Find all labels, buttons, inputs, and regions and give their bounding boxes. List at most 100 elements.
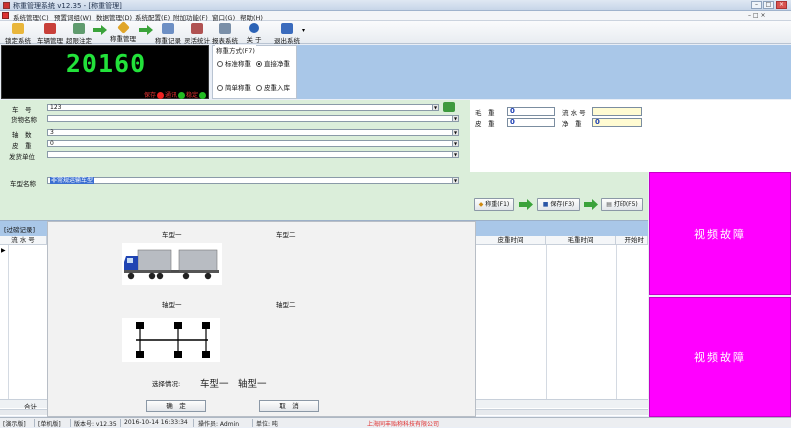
axle-type-1-image[interactable] <box>122 318 220 362</box>
maximize-button[interactable]: □ <box>763 1 774 9</box>
grid-icon <box>73 23 85 34</box>
tare-weight-field: 0 <box>507 118 555 127</box>
close-button[interactable]: × <box>776 1 787 9</box>
overlimit-button[interactable]: 超限注定 <box>66 21 92 45</box>
vehicle-type-value: 非常规运输车型 <box>50 177 95 184</box>
tare-input[interactable]: 0 ▼ <box>47 140 459 147</box>
about-button[interactable]: 关 于 <box>243 21 265 44</box>
scale-weight-value: 20160 <box>65 49 147 78</box>
selection-value: 车型一 轴型一 <box>200 379 267 390</box>
vehicle-management-button[interactable]: 车辆管理 <box>35 21 65 45</box>
arrow-right-icon <box>93 25 107 35</box>
chevron-down-icon[interactable]: ▼ <box>452 130 458 135</box>
comm-indicator-light <box>178 92 186 99</box>
vehicle-type-input[interactable]: 非常规运输车型 ▼ <box>47 177 459 184</box>
mdi-window-controls[interactable]: – □ × <box>748 12 766 19</box>
toolbar-overflow-icon[interactable]: ▾ <box>302 27 305 34</box>
mode-standard-radio[interactable]: 标准称重 <box>217 58 251 68</box>
window-title: 称重管理系统 v12.35 - [称重管理] <box>13 2 122 10</box>
mode-simple-label: 简单称重 <box>225 84 251 92</box>
col-gross-time[interactable]: 毛重时间 <box>546 236 616 245</box>
radio-icon <box>256 85 262 91</box>
status-divider <box>193 419 194 427</box>
tare-weight-label: 皮 重 <box>475 120 495 128</box>
mode-direct-net-radio[interactable]: 直接净重 <box>256 58 290 68</box>
print-button[interactable]: ▤ 打印(F5) <box>601 198 643 211</box>
chevron-down-icon[interactable]: ▼ <box>452 152 458 157</box>
mode-simple-radio[interactable]: 简单称重 <box>217 82 251 92</box>
weigh-button[interactable]: ◆ 称重(F1) <box>474 198 514 211</box>
header-background <box>297 45 791 99</box>
lock-icon <box>12 23 24 34</box>
axles-input[interactable]: 3 ▼ <box>47 129 459 136</box>
gross-label: 毛 重 <box>475 109 495 117</box>
chevron-down-icon[interactable]: ▼ <box>452 141 458 146</box>
save-button-label: 保存(F3) <box>550 201 575 208</box>
menu-bar: 系统管理(C) 预置词组(W) 数据管理(D) 系统配置(E) 附加功能(F) … <box>0 11 791 22</box>
toolbar: 锁定系统 车辆管理 超限注定 称重管理 称重记录 灵活统计 报表系统 关 于 退… <box>0 21 791 45</box>
report-icon <box>219 23 231 34</box>
title-bar: 称重管理系统 v12.35 - [称重管理] – □ × <box>0 0 791 11</box>
exit-system-button[interactable]: 退出系统 <box>273 21 301 45</box>
plate-label: 车 号 <box>12 106 32 114</box>
app-icon <box>3 2 10 9</box>
scale-icon: ◆ <box>478 201 484 208</box>
radio-icon <box>217 85 223 91</box>
col-tare-time-label: 皮重时间 <box>497 236 524 244</box>
menu-app-icon <box>2 12 9 19</box>
radio-icon <box>217 61 223 67</box>
plate-input[interactable]: 123 ▼ <box>47 104 439 111</box>
col-serial-label: 流 水 号 <box>11 236 35 244</box>
info-icon <box>249 23 259 33</box>
weights-panel: 毛 重 0 皮 重 0 流 水 号 净 重 0 <box>470 100 791 172</box>
weigh-button-label: 称重(F1) <box>485 201 510 208</box>
goods-label: 货物名称 <box>11 116 37 124</box>
status-divider <box>252 419 253 427</box>
weigh-management-button[interactable]: 称重管理 <box>108 21 138 44</box>
minimize-button[interactable]: – <box>751 1 762 9</box>
vehicle-lookup-icon[interactable] <box>443 102 455 112</box>
col-start[interactable]: 开始时 <box>616 236 648 245</box>
exit-door-icon <box>281 23 293 34</box>
chevron-down-icon[interactable]: ▼ <box>452 116 458 121</box>
records-tab[interactable]: [过磅记录] <box>4 224 35 234</box>
save-indicator-light <box>157 92 165 99</box>
report-system-button[interactable]: 报表系统 <box>211 21 239 45</box>
flexible-stats-button[interactable]: 灵活统计 <box>184 21 210 45</box>
confirm-button[interactable]: 确 定 <box>146 400 206 412</box>
grid-line <box>546 245 547 399</box>
status-datetime: 2016-10-14 16:33:34 <box>124 419 188 426</box>
weigh-records-button[interactable]: 称重记录 <box>154 21 182 45</box>
mode-tare-store-radio[interactable]: 皮重入库 <box>256 82 290 92</box>
video-panel-1: 视频故障 <box>649 172 791 295</box>
mode-direct-label: 直接净重 <box>264 60 290 68</box>
axles-label: 轴 数 <box>12 131 32 139</box>
cancel-button-label: 取 消 <box>279 402 299 410</box>
cancel-button[interactable]: 取 消 <box>259 400 319 412</box>
sender-label: 发货单位 <box>9 153 35 161</box>
sender-input[interactable]: ▼ <box>47 151 459 158</box>
video-fault-text: 视频故障 <box>694 228 746 241</box>
scale-indicators: 保存 通讯 稳定 <box>144 90 207 99</box>
goods-input[interactable]: ▼ <box>47 115 459 122</box>
lock-system-button[interactable]: 锁定系统 <box>3 21 33 45</box>
chevron-down-icon[interactable]: ▼ <box>432 105 438 110</box>
selection-label: 选择情况: <box>152 380 181 388</box>
grid-line <box>616 245 617 399</box>
serial-field <box>592 107 642 116</box>
save-indicator-label: 保存 <box>144 92 157 99</box>
mode-standard-label: 标准称重 <box>225 60 251 68</box>
vehicle-type-1-image[interactable] <box>122 243 222 285</box>
radio-checked-icon <box>256 61 262 67</box>
col-tare-time[interactable]: 皮重时间 <box>476 236 546 245</box>
printer-icon: ▤ <box>606 201 612 208</box>
save-button[interactable]: ■ 保存(F3) <box>537 198 580 211</box>
axles-value: 3 <box>50 129 54 136</box>
col-start-label: 开始时 <box>624 236 645 244</box>
plate-value: 123 <box>50 104 62 111</box>
axle-diagram-icon <box>136 322 210 358</box>
stable-indicator-label: 稳定 <box>186 92 199 99</box>
chevron-down-icon[interactable]: ▼ <box>452 178 458 183</box>
col-serial[interactable]: 流 水 号 <box>0 236 47 245</box>
table-icon <box>162 23 174 34</box>
